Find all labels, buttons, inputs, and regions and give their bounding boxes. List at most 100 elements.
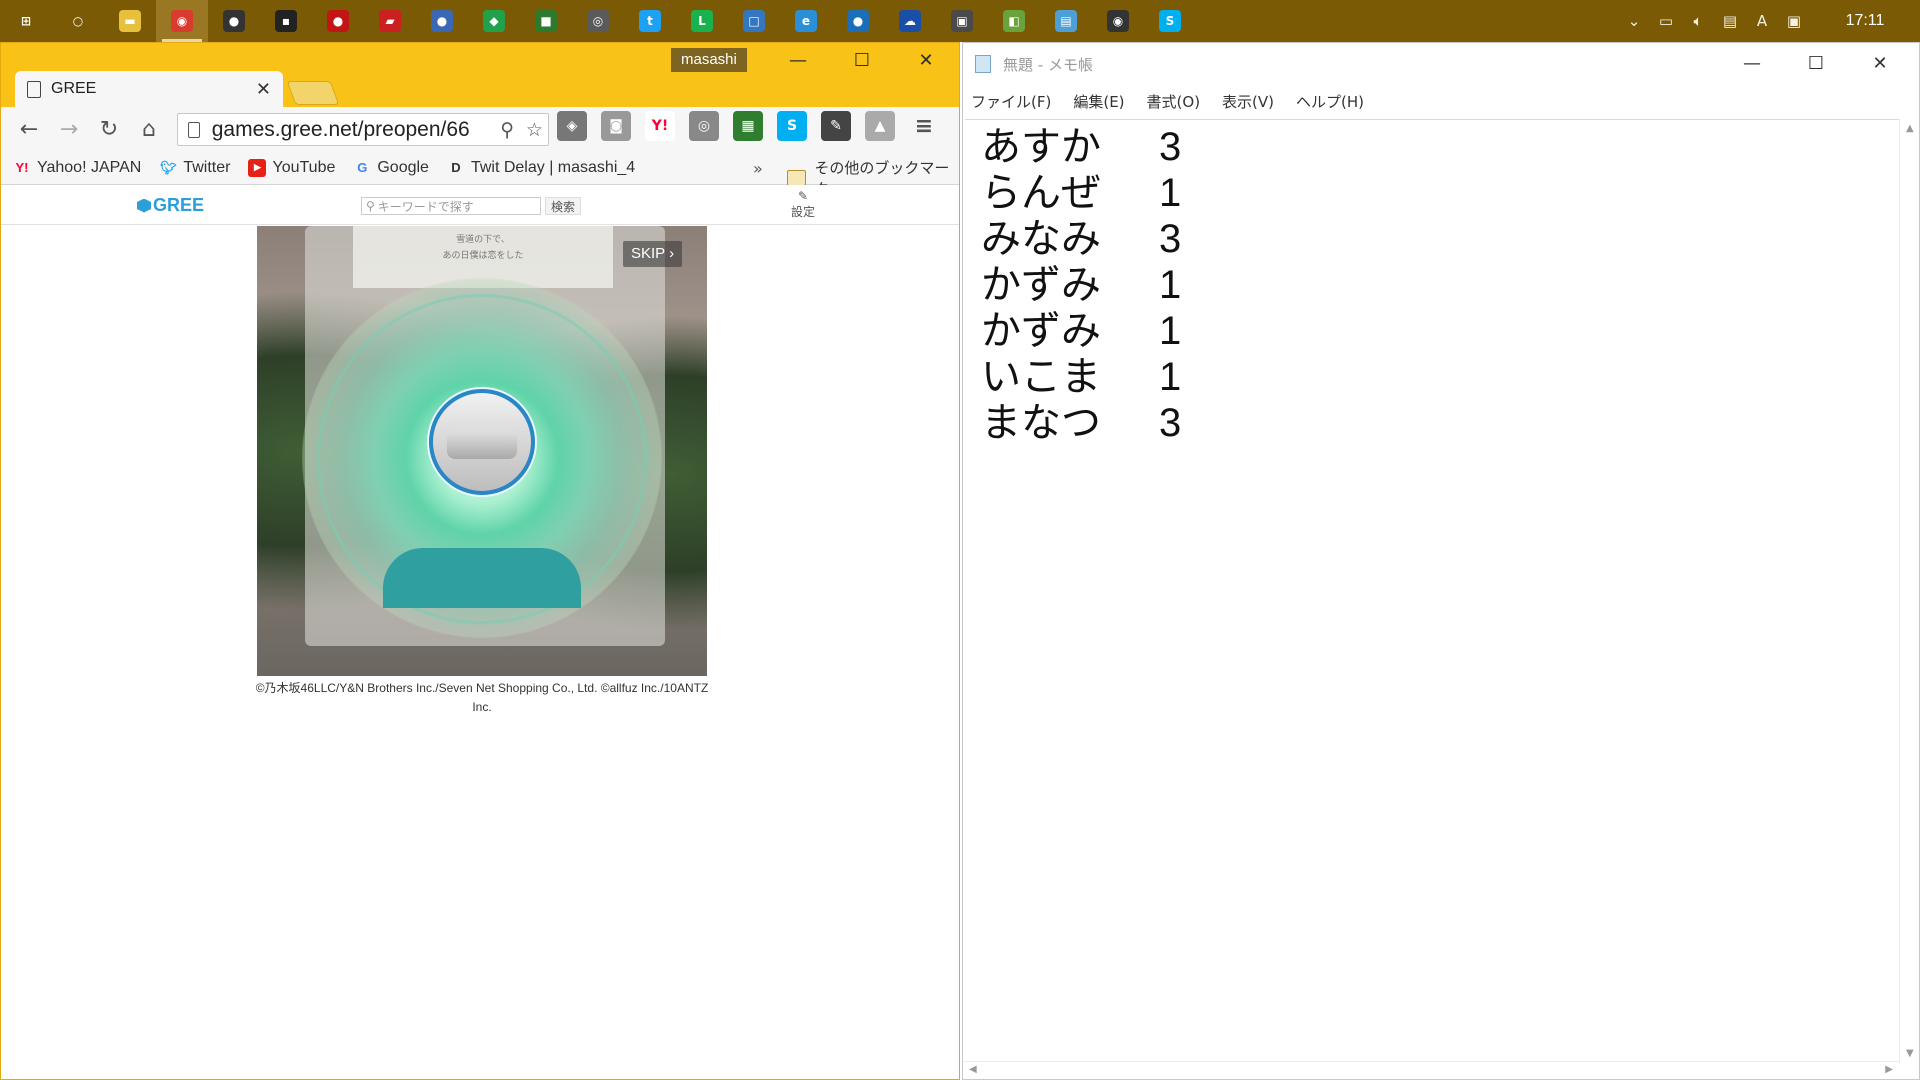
taskbar-ie-button[interactable]: e bbox=[780, 0, 832, 42]
bookmarks-bar: Y! Yahoo! JAPAN 🐦︎ Twitter ▶ YouTube G G… bbox=[1, 151, 959, 198]
taskbar-chrome-button[interactable]: ◉ bbox=[156, 0, 208, 42]
chevron-up-icon[interactable]: ⌄ bbox=[1618, 0, 1650, 42]
taskbar-onedrive-button[interactable]: ☁ bbox=[884, 0, 936, 42]
bookmark-item[interactable]: G Google bbox=[353, 159, 429, 177]
profile-button[interactable]: masashi bbox=[671, 48, 747, 72]
taskbar-app-8-button[interactable]: ◎ bbox=[572, 0, 624, 42]
taskbar-cortana-button[interactable]: ○ bbox=[52, 0, 104, 42]
gree-search-button[interactable]: 検索 bbox=[545, 197, 581, 215]
taskbar-app-3-button[interactable]: ● bbox=[312, 0, 364, 42]
extension-icon[interactable]: ◎ bbox=[689, 111, 719, 141]
taskbar-skype-button[interactable]: S bbox=[1144, 0, 1196, 42]
game-top-line-1: 雪道の下で、 bbox=[456, 235, 510, 245]
close-button[interactable]: ✕ bbox=[1849, 43, 1911, 83]
extension-pocket-icon[interactable]: ◈ bbox=[557, 111, 587, 141]
home-button[interactable]: ⌂ bbox=[129, 109, 169, 149]
search-icon: ⚲ bbox=[366, 199, 375, 213]
menu-item[interactable]: ファイル(F) bbox=[971, 91, 1051, 112]
taskbar-start-button[interactable]: ⊞ bbox=[0, 0, 52, 42]
url-text[interactable]: games.gree.net/preopen/66 bbox=[212, 118, 494, 142]
menu-item[interactable]: 表示(V) bbox=[1222, 91, 1274, 112]
reload-button[interactable]: ↻ bbox=[89, 109, 129, 149]
close-button[interactable]: ✕ bbox=[895, 43, 957, 77]
search-icon[interactable]: ⚲ bbox=[494, 119, 521, 141]
tab-gree[interactable]: GREE ✕ bbox=[15, 71, 283, 107]
taskbar-app-6-button[interactable]: ◆ bbox=[468, 0, 520, 42]
volume-icon[interactable]: 🔈︎ bbox=[1682, 0, 1714, 42]
bookmark-label: Yahoo! JAPAN bbox=[37, 158, 142, 176]
taskbar-app-2-button[interactable]: ▪ bbox=[260, 0, 312, 42]
battery-icon[interactable]: ▭ bbox=[1650, 0, 1682, 42]
copyright-line-1: ©乃木坂46LLC/Y&N Brothers Inc./Seven Net Sh… bbox=[255, 681, 709, 695]
capsule-button[interactable] bbox=[429, 389, 535, 495]
taskbar-app-10-button[interactable]: ● bbox=[832, 0, 884, 42]
minimize-button[interactable]: — bbox=[767, 43, 829, 77]
extension-bus-icon[interactable]: ▦ bbox=[733, 111, 763, 141]
game-canvas[interactable]: 雪道の下で、 あの日僕は恋をした SKIP › bbox=[257, 226, 707, 676]
gree-logo[interactable]: GREE bbox=[137, 195, 204, 216]
taskbar-app-5-button[interactable]: ● bbox=[416, 0, 468, 42]
taskbar-app-4-button[interactable]: ▰ bbox=[364, 0, 416, 42]
bookmark-item[interactable]: ▶ YouTube bbox=[248, 158, 336, 177]
taskbar-app-9-button[interactable]: □ bbox=[728, 0, 780, 42]
extension-note-icon[interactable]: ✎ bbox=[821, 111, 851, 141]
taskbar-app-11-button[interactable]: ▣ bbox=[936, 0, 988, 42]
horizontal-scrollbar[interactable]: ◀ ▶ bbox=[963, 1061, 1899, 1079]
scroll-up-icon[interactable]: ▲ bbox=[1906, 123, 1914, 134]
vertical-scrollbar[interactable]: ▲ ▼ bbox=[1899, 119, 1919, 1063]
app-11-icon: ▣ bbox=[951, 10, 973, 32]
bookmark-item[interactable]: Y! Yahoo! JAPAN bbox=[13, 158, 142, 177]
tab-close-icon[interactable]: ✕ bbox=[256, 79, 271, 100]
camera-icon[interactable]: ◙ bbox=[601, 111, 631, 141]
menu-icon[interactable]: ≡ bbox=[909, 111, 939, 141]
drive-icon[interactable]: ▲ bbox=[865, 111, 895, 141]
app-tray-icon[interactable]: ▣ bbox=[1778, 0, 1810, 42]
forward-button[interactable]: → bbox=[49, 109, 89, 149]
skype-icon[interactable]: S bbox=[777, 111, 807, 141]
taskbar-explorer-button[interactable]: ▬ bbox=[104, 0, 156, 42]
bookmark-item[interactable]: 🐦︎ Twitter bbox=[159, 159, 230, 177]
taskbar-twitter-button[interactable]: t bbox=[624, 0, 676, 42]
taskbar-app-12-button[interactable]: ◧ bbox=[988, 0, 1040, 42]
taskbar-app-7-button[interactable]: ■ bbox=[520, 0, 572, 42]
line-score: 1 bbox=[1159, 171, 1182, 215]
taskbar-app-13-button[interactable]: ◉ bbox=[1092, 0, 1144, 42]
taskbar-app-1-button[interactable]: ● bbox=[208, 0, 260, 42]
minimize-button[interactable]: — bbox=[1721, 43, 1783, 83]
text-line: あすか 3 bbox=[981, 124, 1883, 170]
notepad-text-area[interactable]: あすか 3 らんぜ 1 みなみ 3 かずみ 1 かずみ 1 いこま 1 まなつ 3 bbox=[965, 119, 1899, 1063]
bookmarks-overflow-button[interactable]: » bbox=[753, 159, 763, 178]
menu-item[interactable]: ヘルプ(H) bbox=[1296, 91, 1364, 112]
scroll-down-icon[interactable]: ▼ bbox=[1906, 1048, 1914, 1059]
skip-button[interactable]: SKIP › bbox=[623, 241, 683, 267]
tab-title: GREE bbox=[51, 80, 97, 97]
taskbar-line-button[interactable]: L bbox=[676, 0, 728, 42]
taskbar-notepad-button[interactable]: ▤ bbox=[1040, 0, 1092, 42]
bookmark-label: YouTube bbox=[272, 158, 336, 176]
address-bar[interactable]: games.gree.net/preopen/66 ⚲ ☆ bbox=[177, 113, 549, 146]
chrome-icon: ◉ bbox=[171, 10, 193, 32]
back-button[interactable]: ← bbox=[9, 109, 49, 149]
notification-icon[interactable]: ▤ bbox=[1714, 0, 1746, 42]
gree-search-input[interactable]: ⚲ キーワードで探す bbox=[361, 197, 541, 215]
menu-item[interactable]: 編集(E) bbox=[1073, 91, 1124, 112]
settings-label: 設定 bbox=[791, 205, 816, 219]
maximize-button[interactable]: ☐ bbox=[1785, 43, 1847, 83]
yahoo-icon: Y! bbox=[15, 160, 29, 175]
scroll-right-icon[interactable]: ▶ bbox=[1885, 1064, 1893, 1075]
bookmark-label: Twit Delay | masashi_4 bbox=[470, 158, 636, 176]
star-icon[interactable]: ☆ bbox=[521, 119, 548, 141]
maximize-button[interactable]: ☐ bbox=[831, 43, 893, 77]
scroll-left-icon[interactable]: ◀ bbox=[969, 1064, 977, 1075]
ime-icon[interactable]: A bbox=[1746, 0, 1778, 42]
app-13-icon: ◉ bbox=[1107, 10, 1129, 32]
app-8-icon: ◎ bbox=[587, 10, 609, 32]
gree-settings-button[interactable]: ✎ 設定 bbox=[791, 189, 815, 220]
clock[interactable]: 17:11 bbox=[1810, 12, 1920, 30]
new-tab-button[interactable] bbox=[286, 81, 340, 105]
bookmark-item[interactable]: D Twit Delay | masashi_4 bbox=[447, 159, 635, 177]
gree-header: GREE ⚲ キーワードで探す 検索 ✎ 設定 bbox=[1, 185, 959, 225]
wrench-icon: ✎ bbox=[797, 189, 809, 203]
yahoo-icon[interactable]: Y! bbox=[645, 111, 675, 141]
menu-item[interactable]: 書式(O) bbox=[1147, 91, 1201, 112]
